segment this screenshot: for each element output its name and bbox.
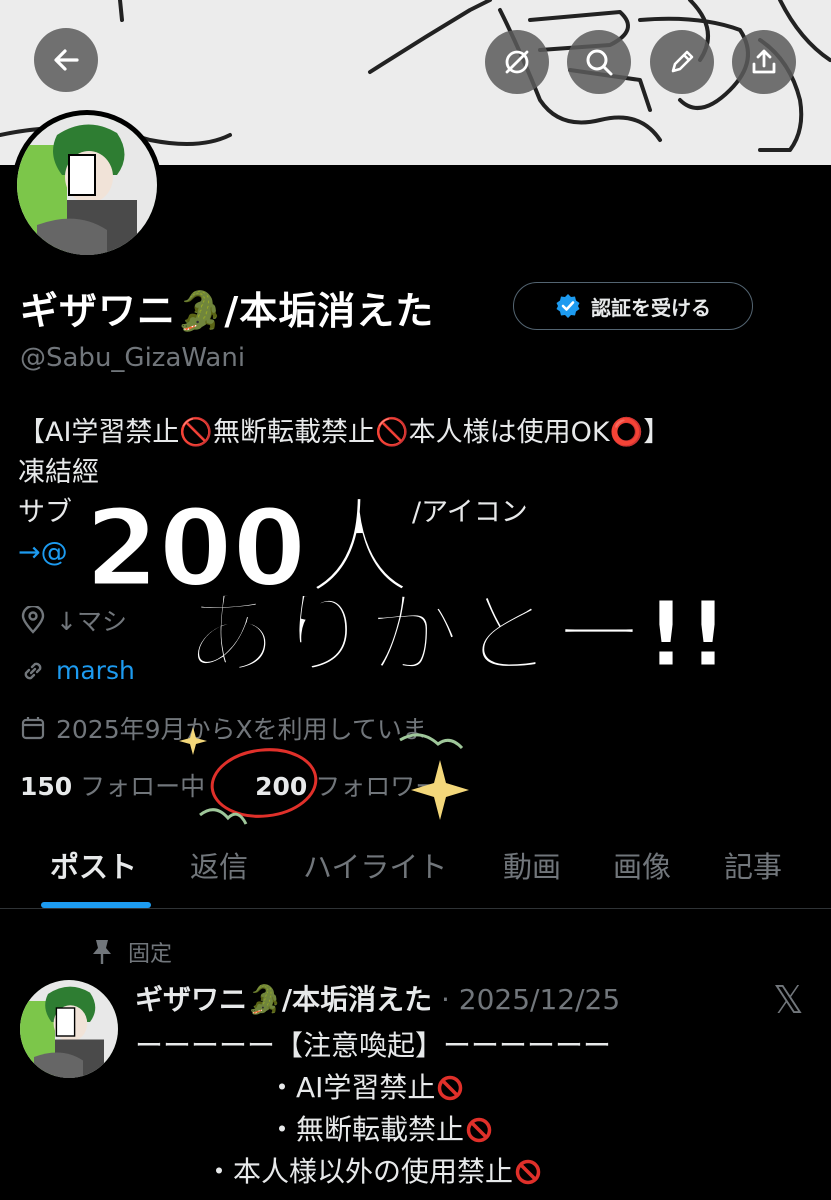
calendar-icon: [21, 717, 45, 740]
following-count: 150: [20, 772, 73, 801]
pinned-indicator: 固定: [90, 936, 172, 968]
bio-line: 【AI学習禁止🚫無断転載禁止🚫本人様は使用OK⭕】: [18, 417, 671, 448]
post-text-line: ・AI学習禁止: [268, 1066, 463, 1106]
bio-text: サブ: [18, 497, 72, 528]
following-link[interactable]: 150 フォロー中: [20, 772, 205, 801]
share-button[interactable]: [732, 30, 796, 94]
post-author-name[interactable]: ギザワニ🐊/本垢消えた: [135, 983, 432, 1016]
post-date[interactable]: · 2025/12/25: [441, 983, 620, 1016]
post-header: ギザワニ🐊/本垢消えた · 2025/12/25: [135, 978, 620, 1018]
followers-label: フォロワー: [315, 772, 441, 801]
search-button[interactable]: [567, 30, 631, 94]
tab-highlights[interactable]: ハイライト: [303, 844, 447, 886]
prohibited-icon: [466, 1117, 492, 1143]
post-text-line: ・本人様以外の使用禁止: [205, 1150, 541, 1190]
handwriting-line2: ありがとー!!: [184, 580, 731, 690]
tab-posts[interactable]: ポスト: [50, 844, 137, 886]
bio-text: /アイコン: [412, 497, 528, 528]
get-verified-label: 認証を受ける: [591, 295, 711, 320]
post-author-avatar[interactable]: [20, 980, 118, 1078]
link-row: marsh: [20, 656, 135, 685]
tab-images[interactable]: 画像: [613, 844, 671, 886]
profile-website-link[interactable]: marsh: [56, 656, 135, 685]
x-logo-icon: 𝕏: [773, 978, 804, 1022]
tab-videos[interactable]: 動画: [503, 844, 561, 886]
joined-row: 2025年9月からXを利用していま: [20, 710, 427, 746]
active-tab-indicator: [41, 902, 151, 908]
post-text-line: ・無断転載禁止: [268, 1108, 492, 1148]
followers-link[interactable]: 200 フォロワー: [255, 772, 440, 801]
post-text-line: ーーーーー【注意喚起】ーーーーーー: [135, 1029, 612, 1062]
verified-badge-icon: [556, 294, 580, 318]
tab-replies[interactable]: 返信: [190, 844, 248, 886]
prohibited-icon: [438, 1075, 463, 1101]
pinned-label: 固定: [128, 942, 173, 967]
avatar-illustration: [17, 115, 157, 255]
grok-icon: [505, 50, 529, 74]
post-text: ・無断転載禁止: [268, 1113, 465, 1146]
link-icon: [24, 662, 42, 679]
bio-mention-link[interactable]: →@: [18, 537, 68, 568]
edit-button[interactable]: [650, 30, 714, 94]
profile-avatar[interactable]: [12, 110, 162, 260]
get-verified-button[interactable]: 認証を受ける: [513, 282, 753, 330]
share-icon: [752, 49, 776, 74]
back-icon: [54, 49, 79, 71]
pin-icon: [93, 940, 111, 964]
following-label: フォロー中: [80, 772, 206, 801]
joined-text: 2025年9月からXを利用していま: [56, 715, 427, 744]
handle: @Sabu_GizaWani: [20, 343, 246, 373]
crocodile-doodle: [199, 808, 248, 825]
tab-articles[interactable]: 記事: [724, 844, 782, 886]
follow-stats: 150 フォロー中 200 フォロワー: [20, 767, 440, 803]
post-text: ・本人様以外の使用禁止: [205, 1155, 514, 1188]
post-text: ・AI学習禁止: [268, 1071, 436, 1104]
location-icon: [21, 606, 45, 634]
prohibited-icon: [515, 1159, 541, 1185]
display-name: ギザワニ🐊/本垢消えた: [20, 289, 435, 333]
followers-count: 200: [255, 772, 308, 801]
grok-button[interactable]: [485, 30, 549, 94]
search-icon: [586, 49, 613, 76]
back-button[interactable]: [34, 28, 98, 92]
edit-icon: [671, 50, 694, 73]
profile-tabs: ポスト 返信 ハイライト 動画 画像 記事: [0, 830, 831, 909]
avatar-illustration: [20, 980, 118, 1078]
